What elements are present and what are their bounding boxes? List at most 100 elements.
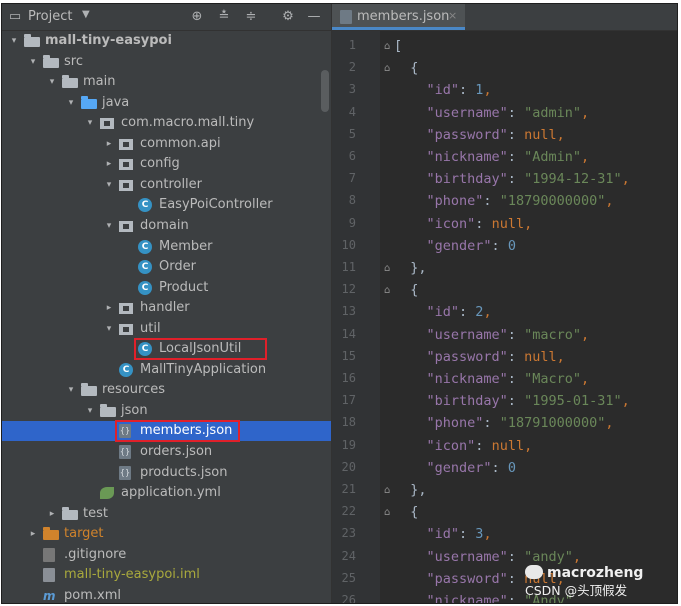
tree-item-label: mall-tiny-easypoi xyxy=(45,33,172,48)
chevron-down-icon[interactable]: ▾ xyxy=(103,177,115,193)
chevron-down-icon[interactable]: ▾ xyxy=(84,115,96,131)
close-icon[interactable]: × xyxy=(448,9,457,22)
chevron-down-icon[interactable]: ▾ xyxy=(46,74,58,90)
json-file-icon: {} xyxy=(119,466,131,480)
tree-row[interactable]: ▾ resources xyxy=(2,380,331,400)
line-number: 16 xyxy=(341,371,356,385)
tree-item-label: products.json xyxy=(140,465,228,480)
tree-row[interactable]: ▸ config xyxy=(2,154,331,174)
chevron-down-icon[interactable]: ▾ xyxy=(27,54,39,70)
line-number: 17 xyxy=(341,393,356,407)
chevron-right-icon[interactable]: ▸ xyxy=(46,506,58,522)
chevron-down-icon[interactable]: ▾ xyxy=(65,95,77,111)
tree-row[interactable]: ▸ common.api xyxy=(2,134,331,154)
collapse-all-icon[interactable]: ≑ xyxy=(242,8,260,26)
tree-item-label: Order xyxy=(159,259,196,274)
package-icon xyxy=(119,221,133,232)
tree-item-label: json xyxy=(121,403,148,418)
code-line: "icon": null, xyxy=(426,438,533,454)
fold-marker-icon[interactable]: ⌂ xyxy=(384,485,390,496)
line-number: 24 xyxy=(341,549,356,563)
tree-row[interactable]: C LocalJsonUtil xyxy=(2,338,331,360)
folder-icon xyxy=(62,75,78,88)
tree-row[interactable]: C Member xyxy=(2,237,331,257)
code-line: "birthday": "1994-12-31", xyxy=(426,171,630,187)
target-icon[interactable]: ⊕ xyxy=(188,8,206,26)
tree-row[interactable]: ▾ src xyxy=(2,52,331,72)
tree-row[interactable]: ▾ java xyxy=(2,93,331,113)
maven-icon: m xyxy=(43,589,56,603)
expand-all-icon[interactable]: ≛ xyxy=(215,8,233,26)
tree-row[interactable]: mall-tiny-easypoi.iml xyxy=(2,565,331,585)
chevron-down-icon[interactable]: ▾ xyxy=(8,33,20,49)
tree-row[interactable]: ▾ domain xyxy=(2,216,331,236)
tree-scrollbar[interactable] xyxy=(321,70,329,112)
tree-row[interactable]: ▾ com.macro.mall.tiny xyxy=(2,113,331,133)
tree-row[interactable]: m pom.xml xyxy=(2,586,331,603)
fold-marker-icon[interactable]: ⌂ xyxy=(384,263,390,274)
chevron-down-icon[interactable]: ▾ xyxy=(103,218,115,234)
chevron-down-icon[interactable]: ▾ xyxy=(65,382,77,398)
tree-item-label: handler xyxy=(140,300,190,315)
chevron-right-icon[interactable]: ▸ xyxy=(103,300,115,316)
line-number: 15 xyxy=(341,349,356,363)
tree-row[interactable]: C MallTinyApplication xyxy=(2,360,331,380)
chevron-down-icon[interactable]: ▾ xyxy=(103,321,115,337)
tree-row[interactable]: .gitignore xyxy=(2,545,331,565)
chevron-down-icon[interactable]: ▾ xyxy=(84,403,96,419)
class-icon: C xyxy=(138,198,152,212)
ide-window: ▭ Project ▼ ⊕ ≛ ≑ ⚙ — ▾ mall-tiny-easypoi… xyxy=(1,3,678,604)
project-panel: ▭ Project ▼ ⊕ ≛ ≑ ⚙ — ▾ mall-tiny-easypoi… xyxy=(2,4,331,603)
fold-marker-icon[interactable]: ⌂ xyxy=(384,63,390,74)
line-number: 8 xyxy=(348,193,356,207)
code-line: }, xyxy=(394,482,427,498)
tree-item-label: test xyxy=(83,506,108,521)
tree-item-label: main xyxy=(83,74,116,89)
tree-row[interactable]: {} members.json xyxy=(2,420,331,442)
chevron-down-icon[interactable]: ▼ xyxy=(82,9,90,20)
fold-marker-icon[interactable]: ⌂ xyxy=(384,41,390,52)
tree-row[interactable]: C EasyPoiController xyxy=(2,195,331,215)
line-number: 25 xyxy=(341,571,356,585)
editor-panel: members.json × 1 2 3 4 5 6 7 8 9 10 11 12 13 14 15 16 17… xyxy=(331,4,677,604)
code-line: "username": "macro", xyxy=(426,327,590,343)
tree-item-label: application.yml xyxy=(121,485,221,500)
source-folder-icon xyxy=(81,96,97,109)
class-icon: C xyxy=(119,363,133,377)
class-icon: C xyxy=(138,260,152,274)
line-number: 19 xyxy=(341,438,356,452)
tree-row[interactable]: C Order xyxy=(2,257,331,277)
tree-row[interactable]: ▾ main xyxy=(2,72,331,92)
tree-row[interactable]: ▾ json xyxy=(2,401,331,421)
tree-item-label: resources xyxy=(102,382,166,397)
tree-row[interactable]: C Product xyxy=(2,278,331,298)
tree-item-label: pom.xml xyxy=(64,588,121,603)
tree-item-label: com.macro.mall.tiny xyxy=(121,115,255,130)
tree-row[interactable]: ▾ controller xyxy=(2,175,331,195)
tree-row[interactable]: ▸ target xyxy=(2,524,331,544)
gear-icon[interactable]: ⚙ xyxy=(279,8,297,26)
line-number: 26 xyxy=(341,593,356,604)
project-panel-header: ▭ Project ▼ ⊕ ≛ ≑ ⚙ — xyxy=(2,4,331,31)
tree-row[interactable]: ▾ mall-tiny-easypoi xyxy=(2,31,331,51)
tab-members-json[interactable]: members.json × xyxy=(332,4,465,30)
line-number: 9 xyxy=(348,216,356,230)
chevron-right-icon[interactable]: ▸ xyxy=(27,526,39,542)
project-view-selector[interactable]: Project xyxy=(28,9,72,24)
tree-row[interactable]: application.yml xyxy=(2,483,331,503)
tree-row[interactable]: {} orders.json xyxy=(2,442,331,462)
json-file-icon xyxy=(340,10,352,24)
tree-row[interactable]: ▸ handler xyxy=(2,298,331,318)
tree-row[interactable]: {} products.json xyxy=(2,463,331,483)
tree-row[interactable]: ▾ util xyxy=(2,319,331,339)
line-number: 6 xyxy=(348,149,356,163)
package-icon xyxy=(119,139,133,150)
fold-marker-icon[interactable]: ⌂ xyxy=(384,285,390,296)
tree-row[interactable]: ▸ test xyxy=(2,504,331,524)
fold-marker-icon[interactable]: ⌂ xyxy=(384,507,390,518)
minimize-icon[interactable]: — xyxy=(305,8,323,26)
highlight-box xyxy=(134,338,267,360)
project-icon: ▭ xyxy=(8,9,22,24)
chevron-right-icon[interactable]: ▸ xyxy=(103,136,115,152)
chevron-right-icon[interactable]: ▸ xyxy=(103,156,115,172)
